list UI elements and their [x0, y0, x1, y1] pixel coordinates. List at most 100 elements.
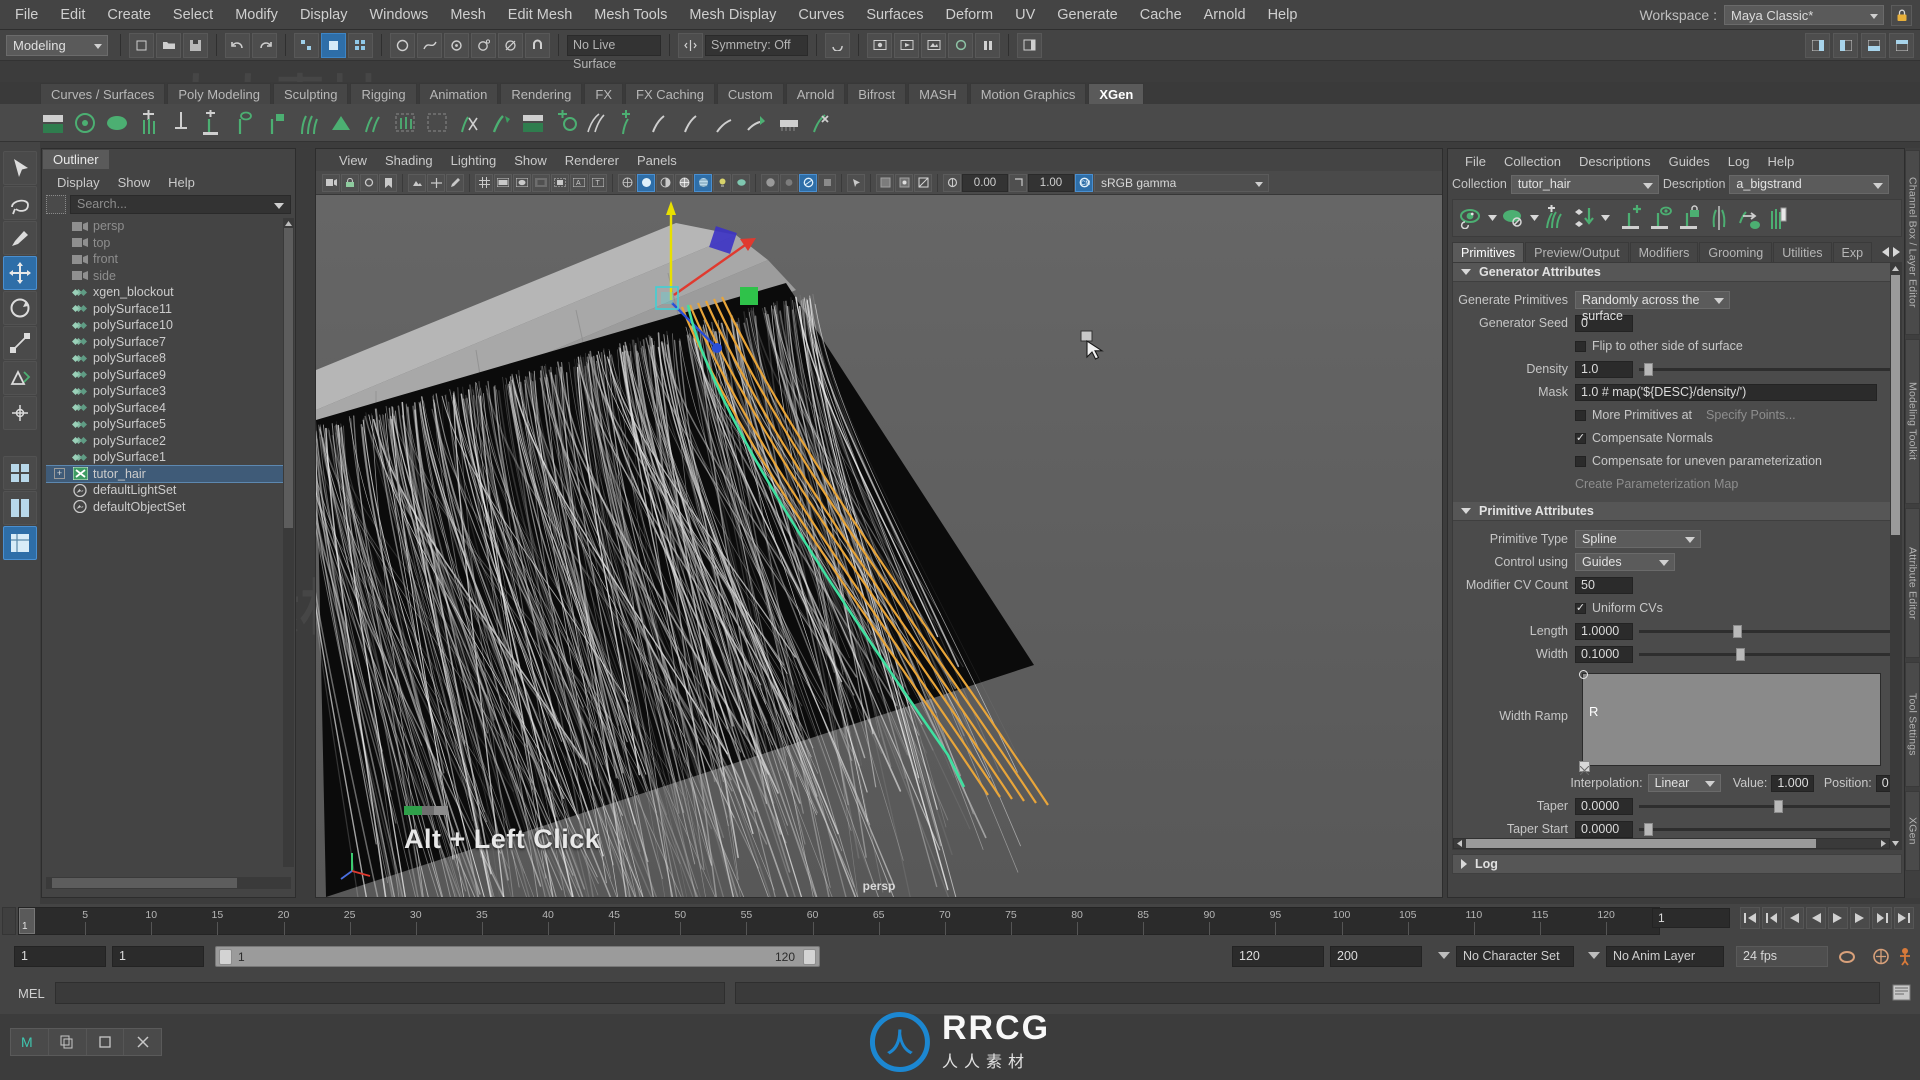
shelf-tool-icon-12[interactable]: [390, 107, 420, 139]
menu-item-mesh-tools[interactable]: Mesh Tools: [583, 0, 678, 30]
shelf-tool-icon-17[interactable]: [550, 107, 580, 139]
xgen-hscroll-thumb[interactable]: [1466, 839, 1816, 848]
xray-active-components-icon[interactable]: [914, 173, 932, 192]
safe-title-icon[interactable]: T: [589, 173, 607, 192]
tab-scroll-right-icon[interactable]: [1892, 245, 1902, 263]
render-settings-icon[interactable]: [921, 32, 946, 58]
time-slider-track[interactable]: 1 5 10 15 20 25 30 35 40 45 50 55 60 65 70 75 80 85 90 95 1…: [18, 907, 1660, 935]
show-guide-icon[interactable]: [1647, 202, 1675, 234]
play-backwards-icon[interactable]: [1806, 907, 1826, 929]
step-back-key-icon[interactable]: [1762, 907, 1782, 929]
open-scene-icon[interactable]: [156, 32, 181, 58]
menu-item-uv[interactable]: UV: [1004, 0, 1046, 30]
slider-knob[interactable]: [1644, 362, 1654, 376]
shelf-tool-icon-1[interactable]: [38, 107, 68, 139]
menu-item-generate[interactable]: Generate: [1046, 0, 1128, 30]
taper-start-slider[interactable]: [1639, 821, 1893, 838]
length-slider[interactable]: [1639, 623, 1893, 640]
length-field[interactable]: 1.0000: [1575, 622, 1633, 640]
outliner-item-polysurface2[interactable]: polySurface2: [46, 433, 291, 450]
workspace-select[interactable]: Maya Classic*: [1724, 5, 1884, 25]
control-using-select[interactable]: Guides: [1575, 553, 1675, 571]
compensate-normals-checkbox[interactable]: [1575, 432, 1586, 444]
shelf-tool-icon-5[interactable]: [166, 107, 196, 139]
viewport-menu-panels[interactable]: Panels: [628, 153, 686, 168]
shelf-tool-icon-11[interactable]: [358, 107, 388, 139]
menu-item-help[interactable]: Help: [1257, 0, 1309, 30]
xgen-tab-exp[interactable]: Exp: [1832, 242, 1873, 263]
right-tab-channel-box-layer-editor[interactable]: Channel Box / Layer Editor: [1905, 150, 1920, 335]
maximize-icon[interactable]: [87, 1029, 125, 1055]
xgen-horizontal-scrollbar[interactable]: [1453, 838, 1890, 849]
place-primitives-icon[interactable]: [1570, 202, 1598, 234]
select-tool-icon[interactable]: [3, 151, 37, 185]
wireframe-on-shaded-icon[interactable]: [675, 173, 693, 192]
loop-icon[interactable]: [1838, 948, 1856, 965]
texture-mode-icon[interactable]: [694, 173, 712, 192]
shelf-tab-xgen[interactable]: XGen: [1088, 83, 1145, 104]
wireframe-icon[interactable]: [618, 173, 636, 192]
shelf-tab-arnold[interactable]: Arnold: [785, 83, 846, 104]
color-management-icon[interactable]: CM: [1075, 173, 1093, 192]
symmetry-icon[interactable]: [678, 32, 703, 58]
shelf-tool-icon-21[interactable]: [678, 107, 708, 139]
compensate-uneven-checkbox[interactable]: [1575, 455, 1586, 467]
shelf-tool-icon-3[interactable]: [102, 107, 132, 139]
shelf-tool-icon-9[interactable]: [294, 107, 324, 139]
exposure-value[interactable]: 0.00: [962, 173, 1008, 192]
uniform-cvs-checkbox[interactable]: [1575, 602, 1586, 614]
tab-scroll-left-icon[interactable]: [1880, 245, 1890, 263]
range-end-field[interactable]: 120: [1232, 946, 1324, 967]
generate-primitives-select[interactable]: Randomly across the surface: [1575, 291, 1730, 323]
paint-select-tool-icon[interactable]: [3, 221, 37, 255]
motion-blur-icon[interactable]: [780, 173, 798, 192]
single-pane-layout-icon[interactable]: [3, 526, 37, 560]
shelf-tool-icon-20[interactable]: [646, 107, 676, 139]
outliner-horizontal-scrollbar[interactable]: [46, 877, 291, 889]
select-camera-icon[interactable]: [322, 173, 340, 192]
menu-item-arnold[interactable]: Arnold: [1193, 0, 1257, 30]
xgen-scroll-thumb[interactable]: [1891, 275, 1900, 535]
step-forward-key-icon[interactable]: [1872, 907, 1892, 929]
anim-layer-dropdown-icon[interactable]: [1588, 952, 1600, 959]
outliner-item-polysurface1[interactable]: polySurface1: [46, 449, 291, 466]
use-all-lights-icon[interactable]: [713, 173, 731, 192]
shelf-tab-fx[interactable]: FX: [584, 83, 623, 104]
range-bar[interactable]: 1 120: [215, 946, 820, 967]
live-surface-field[interactable]: No Live Surface: [567, 34, 661, 71]
collection-select[interactable]: tutor_hair: [1510, 174, 1659, 194]
go-to-end-icon[interactable]: [1894, 907, 1914, 929]
log-section-header[interactable]: Log: [1452, 854, 1902, 874]
render-current-frame-icon[interactable]: [867, 32, 892, 58]
xgen-tab-preview-output[interactable]: Preview/Output: [1525, 242, 1629, 263]
modifier-cv-field[interactable]: 50: [1575, 576, 1633, 594]
outliner-scroll-thumb[interactable]: [284, 228, 293, 528]
generator-attributes-header[interactable]: Generator Attributes: [1453, 263, 1901, 282]
scroll-up-icon[interactable]: [1890, 263, 1901, 274]
flip-surface-checkbox[interactable]: [1575, 340, 1586, 352]
menu-item-surfaces[interactable]: Surfaces: [855, 0, 934, 30]
snap-point-icon[interactable]: [444, 32, 469, 58]
shelf-tab-bifrost[interactable]: Bifrost: [847, 83, 907, 104]
save-scene-icon[interactable]: [183, 32, 208, 58]
right-tab-tool-settings[interactable]: Tool Settings: [1905, 662, 1920, 787]
move-tool-icon[interactable]: [3, 256, 37, 290]
viewport-menu-show[interactable]: Show: [505, 153, 556, 168]
grease-pencil-icon[interactable]: [446, 173, 464, 192]
guide-display-dropdown-icon[interactable]: [1528, 202, 1540, 234]
shelf-tool-icon-10[interactable]: [326, 107, 356, 139]
range-handle-end[interactable]: [803, 949, 816, 965]
outliner-selection-icon[interactable]: [46, 195, 66, 214]
snap-grid-icon[interactable]: [390, 32, 415, 58]
shelf-tool-icon-13[interactable]: [422, 107, 452, 139]
copy-icon[interactable]: [49, 1029, 87, 1055]
bookmark-icon[interactable]: [379, 173, 397, 192]
menu-item-deform[interactable]: Deform: [935, 0, 1005, 30]
width-field[interactable]: 0.1000: [1575, 645, 1633, 663]
slider-knob[interactable]: [1735, 647, 1745, 661]
shelf-tab-animation[interactable]: Animation: [418, 83, 499, 104]
outliner-item-polysurface8[interactable]: polySurface8: [46, 350, 291, 367]
shelf-tool-icon-8[interactable]: [262, 107, 292, 139]
sculpt-guide-icon[interactable]: [1763, 202, 1791, 234]
shelf-tool-icon-4[interactable]: [134, 107, 164, 139]
